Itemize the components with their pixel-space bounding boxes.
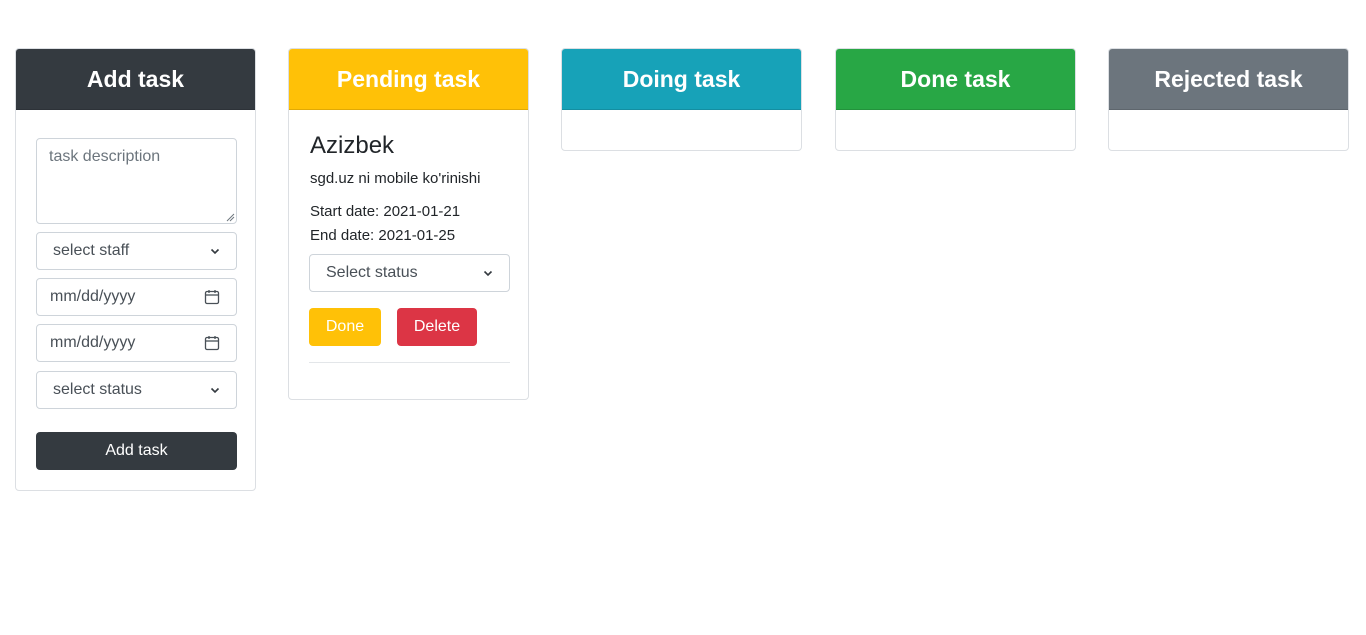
task-board: Add task task description select staff m… bbox=[0, 0, 1366, 635]
end-date-value: mm/dd/yyyy bbox=[50, 334, 136, 351]
done-task-card: Done task bbox=[835, 48, 1076, 151]
delete-button[interactable]: Delete bbox=[397, 308, 477, 346]
rejected-task-card: Rejected task bbox=[1108, 48, 1349, 151]
pending-task-card: Pending task Azizbek sgd.uz ni mobile ko… bbox=[288, 48, 529, 400]
task-status-select-value: Select status bbox=[326, 264, 418, 281]
chevron-down-icon bbox=[483, 270, 493, 277]
add-task-header: Add task bbox=[16, 49, 255, 110]
end-date-input[interactable]: mm/dd/yyyy bbox=[36, 324, 237, 362]
task-end-date: End date: 2021-01-25 bbox=[310, 227, 456, 244]
start-date-value: mm/dd/yyyy bbox=[50, 288, 136, 305]
task-staff-name: Azizbek bbox=[310, 132, 395, 159]
task-divider bbox=[309, 362, 510, 363]
start-date-input[interactable]: mm/dd/yyyy bbox=[36, 278, 237, 316]
done-button[interactable]: Done bbox=[309, 308, 381, 346]
status-select[interactable]: select status bbox=[36, 371, 237, 409]
status-select-value: select status bbox=[53, 381, 142, 398]
rejected-task-header: Rejected task bbox=[1109, 49, 1348, 110]
resize-grip-icon[interactable] bbox=[225, 212, 235, 222]
task-description-placeholder: task description bbox=[49, 148, 161, 165]
done-task-header: Done task bbox=[836, 49, 1075, 110]
doing-task-card: Doing task bbox=[561, 48, 802, 151]
add-task-card: Add task task description select staff m… bbox=[15, 48, 256, 491]
task-description-field[interactable]: task description bbox=[36, 138, 237, 224]
task-start-date: Start date: 2021-01-21 bbox=[310, 203, 461, 220]
pending-task-header: Pending task bbox=[289, 49, 528, 110]
task-description: sgd.uz ni mobile ko'rinishi bbox=[310, 170, 481, 187]
chevron-down-icon bbox=[210, 387, 220, 394]
calendar-icon[interactable] bbox=[204, 289, 220, 305]
staff-select-value: select staff bbox=[53, 242, 130, 259]
doing-task-header: Doing task bbox=[562, 49, 801, 110]
chevron-down-icon bbox=[210, 248, 220, 255]
calendar-icon[interactable] bbox=[204, 335, 220, 351]
task-status-select[interactable]: Select status bbox=[309, 254, 510, 292]
add-task-button[interactable]: Add task bbox=[36, 432, 237, 470]
staff-select[interactable]: select staff bbox=[36, 232, 237, 270]
